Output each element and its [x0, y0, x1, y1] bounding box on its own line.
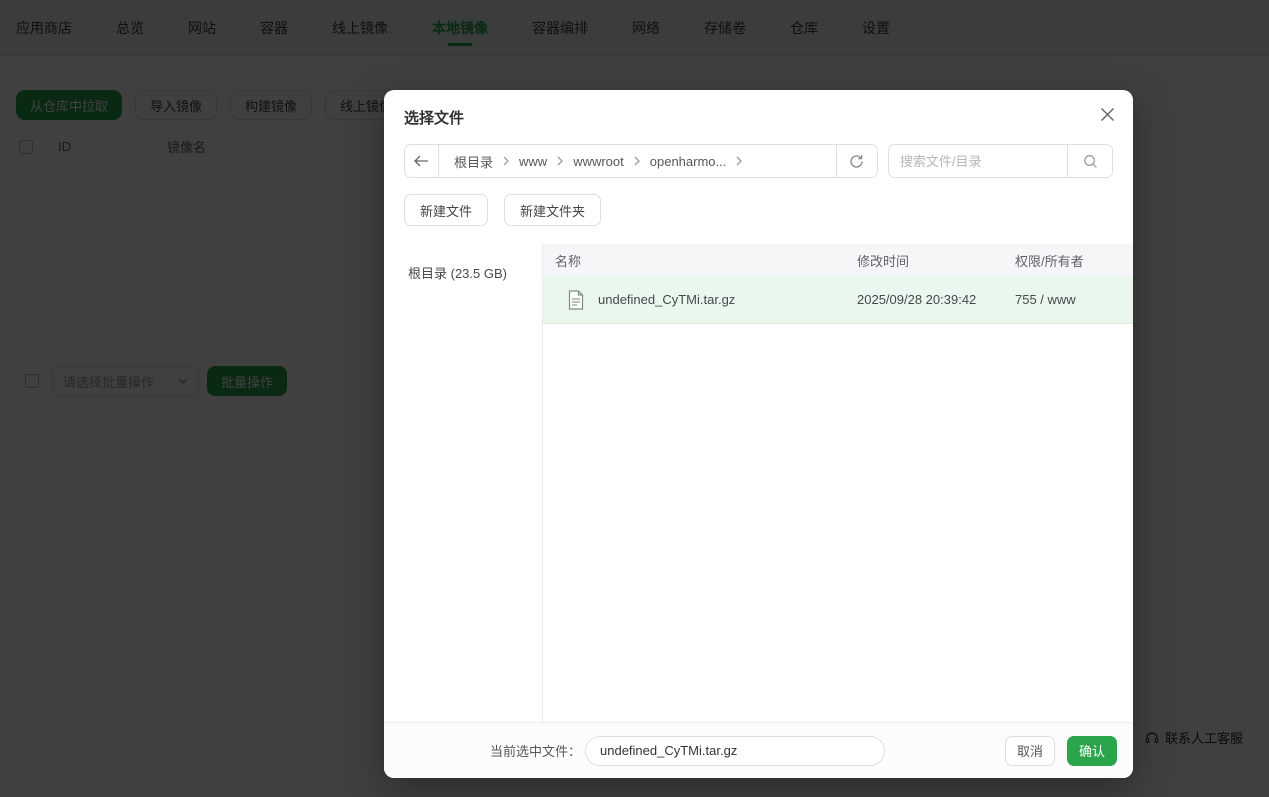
file-picker-dialog: 选择文件 根目录 www wwwroot openharmo... 搜索文件/目…	[384, 90, 1133, 778]
selected-file-label: 当前选中文件：	[490, 744, 582, 759]
chevron-right-icon	[736, 156, 743, 166]
file-permission-owner: 755 / www	[1015, 292, 1076, 307]
chevron-right-icon	[503, 156, 509, 166]
volume-sidebar: 根目录 (23.5 GB)	[384, 244, 543, 722]
file-modified-time: 2025/09/28 20:39:42	[857, 292, 977, 307]
new-file-button[interactable]: 新建文件	[404, 194, 489, 226]
breadcrumb-item-www[interactable]: www	[514, 154, 552, 169]
file-name: undefined_CyTMi.tar.gz	[598, 292, 736, 307]
dialog-title: 选择文件	[404, 110, 465, 127]
file-table: 名称 修改时间 权限/所有者 undefined_CyTMi.tar.gz 20…	[543, 244, 1133, 722]
file-table-header: 名称 修改时间 权限/所有者	[543, 244, 1133, 276]
chevron-right-icon	[557, 156, 564, 166]
search-input[interactable]	[888, 145, 1067, 177]
cancel-button[interactable]: 取消	[1005, 735, 1055, 766]
column-header-modified: 修改时间	[857, 253, 910, 269]
column-header-permission-owner: 权限/所有者	[1015, 253, 1084, 269]
column-header-name: 名称	[555, 253, 582, 269]
search-bar	[887, 144, 1113, 178]
breadcrumb-bar: 根目录 www wwwroot openharmo...	[404, 144, 878, 178]
breadcrumb[interactable]: 根目录 www wwwroot openharmo...	[439, 145, 836, 177]
create-actions: 新建文件 新建文件夹	[384, 178, 1133, 244]
search-icon[interactable]	[1067, 145, 1112, 177]
refresh-icon[interactable]	[835, 145, 877, 177]
file-browser: 根目录 (23.5 GB) 名称 修改时间 权限/所有者 undefined_C…	[384, 244, 1133, 722]
back-arrow-icon[interactable]	[405, 145, 439, 177]
selected-file-input[interactable]	[585, 735, 886, 766]
dialog-header: 选择文件	[384, 90, 1133, 134]
breadcrumb-item-wwwroot[interactable]: wwwroot	[568, 154, 629, 169]
breadcrumb-item-openharmo[interactable]: openharmo...	[645, 154, 732, 169]
chevron-right-icon	[634, 156, 640, 166]
file-icon	[568, 289, 584, 310]
sidebar-item-root-volume[interactable]: 根目录 (23.5 GB)	[408, 263, 542, 282]
confirm-button[interactable]: 确认	[1067, 735, 1117, 766]
dialog-footer: 当前选中文件： 取消 确认	[384, 722, 1133, 778]
path-toolbar: 根目录 www wwwroot openharmo...	[384, 134, 1133, 178]
new-folder-button[interactable]: 新建文件夹	[504, 194, 602, 226]
breadcrumb-item-root[interactable]: 根目录	[449, 152, 498, 171]
close-icon[interactable]	[1095, 102, 1119, 126]
file-row-selected[interactable]: undefined_CyTMi.tar.gz 2025/09/28 20:39:…	[543, 276, 1133, 324]
